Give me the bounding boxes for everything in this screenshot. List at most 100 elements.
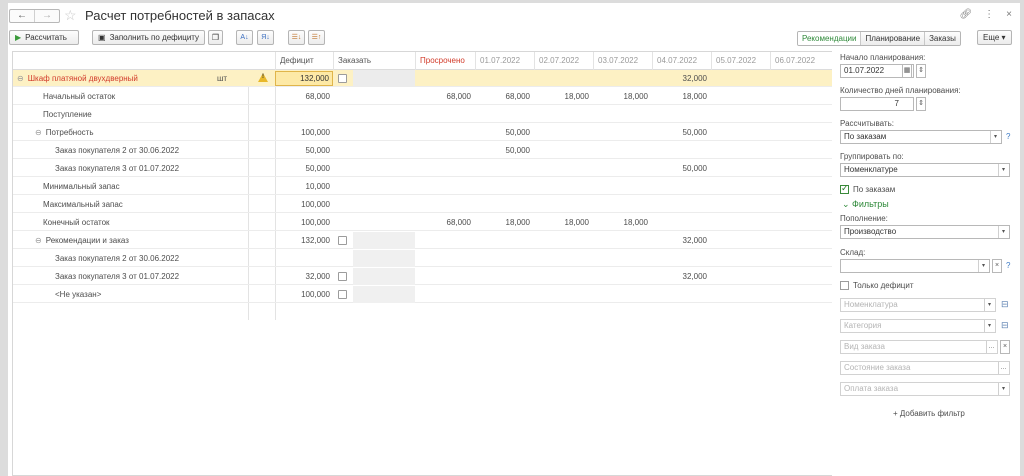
planning-days-label: Количество дней планирования: <box>840 86 961 95</box>
by-orders-label: По заказам <box>853 185 896 194</box>
col-date-4[interactable]: 04.07.2022 <box>652 52 711 70</box>
order-type-filter[interactable]: Вид заказа… <box>840 340 998 354</box>
grid-header: Дефицит Заказать Просрочено 01.07.2022 0… <box>13 52 832 70</box>
chevron-down-icon[interactable]: ▾ <box>990 131 1000 143</box>
sort-descending-button[interactable]: Я↓ <box>257 30 274 45</box>
order-state-filter[interactable]: Состояние заказа… <box>840 361 1010 375</box>
by-orders-checkbox[interactable] <box>840 183 849 194</box>
chevron-down-icon[interactable]: ▾ <box>998 164 1008 176</box>
order-checkbox[interactable] <box>338 236 347 245</box>
favorite-star-icon[interactable]: ☆ <box>64 7 77 23</box>
group-by-select[interactable]: Номенклатуре ▾ <box>840 163 1010 177</box>
calculate-button[interactable]: ▶ Рассчитать <box>9 30 79 45</box>
chevron-down-icon[interactable]: ▾ <box>978 260 988 272</box>
ellipsis-icon[interactable]: … <box>998 362 1008 374</box>
calculate-by-label: Рассчитывать: <box>840 119 894 128</box>
order-checkbox[interactable] <box>338 272 347 281</box>
row-label: Заказ покупателя 2 от 30.06.2022 <box>55 146 180 155</box>
chevron-down-icon[interactable]: ▾ <box>998 383 1008 395</box>
clear-order-type-icon[interactable]: × <box>1000 340 1010 354</box>
clear-warehouse-icon[interactable]: × <box>992 259 1002 273</box>
table-row[interactable]: Заказ покупателя 2 от 30.06.2022 <box>13 250 832 267</box>
col-date-6[interactable]: 06.07.2022 <box>770 52 832 70</box>
col-date-3[interactable]: 03.07.2022 <box>593 52 652 70</box>
table-row[interactable]: Максимальный запас 100,000 <box>13 196 832 213</box>
more-vertical-icon[interactable]: ⋮ <box>984 9 994 21</box>
order-checkbox[interactable] <box>338 290 347 299</box>
category-filter[interactable]: Категория ▾ <box>840 319 996 333</box>
col-order[interactable]: Заказать <box>333 52 415 70</box>
deficit-value: 50,000 <box>305 164 330 173</box>
table-row[interactable]: Минимальный запас 10,000 <box>13 178 832 195</box>
row-label: Заказ покупателя 3 от 01.07.2022 <box>55 164 180 173</box>
hierarchy-icon[interactable]: ⊟ <box>1001 320 1009 331</box>
tab-orders[interactable]: Заказы <box>924 32 960 45</box>
row-label: ⊖ Потребность <box>35 124 93 141</box>
start-date-label: Начало планирования: <box>840 53 926 62</box>
calendar-icon[interactable]: ▦ <box>902 64 912 78</box>
forward-arrow-icon[interactable]: → <box>34 10 59 22</box>
date-stepper[interactable]: ⇕ <box>916 64 926 78</box>
supply-select[interactable]: Производство ▾ <box>840 225 1010 239</box>
tab-planning[interactable]: Планирование <box>860 32 925 45</box>
row-label: Заказ покупателя 3 от 01.07.2022 <box>55 272 180 281</box>
date-1-value: 18,000 <box>505 218 530 227</box>
col-date-1[interactable]: 01.07.2022 <box>475 52 534 70</box>
link-icon[interactable]: 🔗︎ <box>959 9 972 21</box>
table-row[interactable]: Конечный остаток 100,000 68,000 18,000 1… <box>13 214 832 231</box>
deficit-only-checkbox[interactable] <box>840 281 849 290</box>
order-payment-filter[interactable]: Оплата заказа ▾ <box>840 382 1010 396</box>
chevron-down-icon[interactable]: ▾ <box>984 320 994 332</box>
order-qty-cell[interactable] <box>353 70 415 87</box>
order-qty-cell[interactable] <box>353 232 415 249</box>
date-1-value: 50,000 <box>505 146 530 155</box>
table-row[interactable]: Заказ покупателя 3 от 01.07.2022 50,000 … <box>13 160 832 177</box>
order-qty-cell[interactable] <box>353 250 415 267</box>
row-label: <Не указан> <box>55 290 102 299</box>
table-row[interactable]: <Не указан> 100,000 <box>13 286 832 303</box>
days-stepper[interactable]: ⇕ <box>916 97 926 111</box>
more-menu-button[interactable]: Еще ▾ <box>977 30 1012 45</box>
table-row[interactable]: Начальный остаток 68,000 68,000 68,000 1… <box>13 88 832 105</box>
fill-deficit-button[interactable]: ▣ Заполнить по дефициту <box>92 30 205 45</box>
help-icon[interactable]: ? <box>1006 261 1010 270</box>
add-filter-link[interactable]: + Добавить фильтр <box>893 409 965 418</box>
sort-ascending-button[interactable]: A↓ <box>236 30 253 45</box>
planning-days-field[interactable]: 7 <box>840 97 914 111</box>
deficit-value[interactable]: 132,000 <box>275 71 333 86</box>
nav-buttons: ← → <box>9 9 60 23</box>
collapse-all-button[interactable]: ☰↑ <box>308 30 325 45</box>
collapse-toggle-icon[interactable]: ⊖ <box>17 74 24 83</box>
copy-button[interactable]: ❐ <box>208 30 223 45</box>
col-overdue[interactable]: Просрочено <box>415 52 475 70</box>
hierarchy-icon[interactable]: ⊟ <box>1001 299 1009 310</box>
table-row[interactable]: ⊖ Потребность 100,000 50,000 50,000 <box>13 124 832 141</box>
filters-header[interactable]: ⌄ Фильтры <box>842 199 889 210</box>
collapse-toggle-icon[interactable]: ⊖ <box>35 236 42 245</box>
ellipsis-icon[interactable]: … <box>986 341 996 353</box>
help-icon[interactable]: ? <box>1006 132 1010 141</box>
calculate-by-select[interactable]: По заказам ▾ <box>840 130 1002 144</box>
expand-all-button[interactable]: ☰↓ <box>288 30 305 45</box>
table-row[interactable]: ⊖Шкаф платяной двухдверный шт 132,000 32… <box>13 70 832 87</box>
col-date-5[interactable]: 05.07.2022 <box>711 52 770 70</box>
col-date-2[interactable]: 02.07.2022 <box>534 52 593 70</box>
back-arrow-icon[interactable]: ← <box>10 10 34 22</box>
warehouse-select[interactable]: ▾ <box>840 259 990 273</box>
row-label: Заказ покупателя 2 от 30.06.2022 <box>55 254 180 263</box>
order-qty-cell[interactable] <box>353 268 415 285</box>
order-checkbox[interactable] <box>338 74 347 83</box>
col-deficit[interactable]: Дефицит <box>275 52 333 70</box>
table-row[interactable]: Заказ покупателя 2 от 30.06.2022 50,000 … <box>13 142 832 159</box>
order-qty-cell[interactable] <box>353 286 415 303</box>
chevron-down-icon[interactable]: ▾ <box>984 299 994 311</box>
table-row[interactable]: Поступление <box>13 106 832 123</box>
collapse-toggle-icon[interactable]: ⊖ <box>35 128 42 137</box>
tab-recommendations[interactable]: Рекомендации <box>798 32 861 45</box>
chevron-down-icon[interactable]: ▾ <box>998 226 1008 238</box>
table-row[interactable]: Заказ покупателя 3 от 01.07.2022 32,000 … <box>13 268 832 285</box>
row-label: Максимальный запас <box>43 200 123 209</box>
table-row[interactable]: ⊖ Рекомендации и заказ 132,000 32,000 <box>13 232 832 249</box>
nomenclature-filter[interactable]: Номенклатура ▾ <box>840 298 996 312</box>
close-icon[interactable]: × <box>1006 9 1012 21</box>
